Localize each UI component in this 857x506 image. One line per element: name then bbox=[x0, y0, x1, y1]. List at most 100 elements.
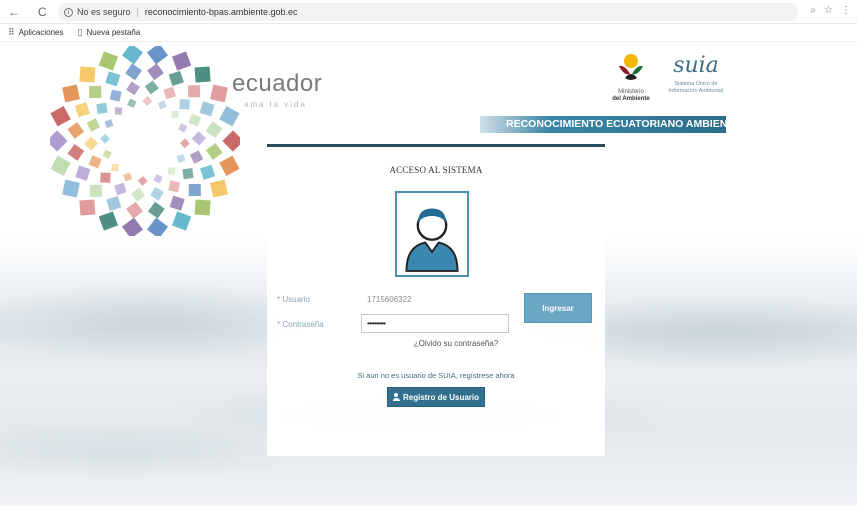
mosaic-tile bbox=[88, 155, 102, 169]
suia-wordmark: suia bbox=[673, 53, 719, 78]
mosaic-tile bbox=[168, 70, 184, 86]
mosaic-tile bbox=[167, 167, 176, 175]
username-label: * Usuario bbox=[277, 295, 310, 304]
mosaic-tile bbox=[62, 179, 80, 198]
mosaic-tile bbox=[189, 150, 204, 164]
mosaic-tile bbox=[111, 163, 119, 172]
register-button[interactable]: Registro de Usuario bbox=[387, 387, 485, 407]
mosaic-tile bbox=[219, 106, 240, 127]
mosaic-tile bbox=[122, 217, 143, 236]
security-label: No es seguro bbox=[77, 7, 131, 17]
mosaic-tile bbox=[50, 155, 71, 176]
browser-actions: ⌕ ☆ ⋮ bbox=[810, 5, 851, 16]
star-icon[interactable]: ☆ bbox=[824, 5, 833, 16]
mosaic-tile bbox=[199, 101, 215, 117]
mosaic-tile bbox=[79, 199, 96, 216]
mosaic-tile bbox=[171, 211, 192, 231]
ministry-line1: Ministerio bbox=[618, 89, 644, 95]
mosaic-tile bbox=[126, 201, 143, 219]
mosaic-tile bbox=[67, 122, 85, 139]
ministry-logo: Ministerio del Ambiente bbox=[604, 52, 658, 112]
mosaic-tile bbox=[147, 46, 168, 65]
system-banner: RECONOCIMIENTO ECUATORIANO AMBIENTAL bbox=[480, 116, 747, 133]
mosaic-tile bbox=[179, 99, 190, 110]
browser-toolbar: ← C i No es seguro | reconocimiento-bpas… bbox=[0, 0, 857, 24]
mosaic-tile bbox=[188, 85, 201, 98]
mosaic-tile bbox=[176, 153, 186, 163]
suia-line1: Sistema Único de bbox=[674, 81, 718, 87]
register-prompt: Si aun no es usuario de SUIA, regístrese… bbox=[357, 371, 515, 380]
reload-icon[interactable]: C bbox=[38, 5, 47, 19]
address-bar[interactable]: i No es seguro | reconocimiento-bpas.amb… bbox=[58, 3, 798, 21]
mosaic-tile bbox=[137, 175, 148, 186]
mosaic-tile bbox=[188, 184, 201, 197]
page-icon: ▯ bbox=[77, 27, 83, 37]
register-button-label: Registro de Usuario bbox=[402, 393, 479, 402]
mosaic-tile bbox=[144, 80, 159, 95]
suia-logo: suia Sistema Único de Información Ambien… bbox=[660, 54, 732, 112]
mosaic-tile bbox=[147, 63, 164, 81]
bookmarks-bar: ⠿ Aplicaciones ▯ Nueva pestaña bbox=[0, 24, 857, 42]
mosaic-tile bbox=[62, 84, 80, 103]
user-avatar-icon bbox=[395, 191, 469, 277]
mosaic-tile bbox=[100, 133, 111, 144]
suia-line2: Información Ambiental bbox=[668, 87, 724, 94]
password-label: * Contraseña bbox=[277, 320, 324, 329]
mosaic-tile bbox=[86, 118, 101, 132]
password-field[interactable]: •••••••••• bbox=[361, 314, 509, 333]
mosaic-tile bbox=[89, 184, 102, 197]
brand-tagline: ama la vida bbox=[244, 100, 307, 109]
apps-grid-icon: ⠿ bbox=[8, 27, 15, 37]
mosaic-tile bbox=[127, 98, 137, 108]
forgot-password-link[interactable]: ¿Olvido su contraseña? bbox=[267, 339, 605, 348]
mosaic-tile bbox=[50, 106, 71, 127]
bookmark-apps[interactable]: ⠿ Aplicaciones bbox=[8, 27, 64, 38]
mosaic-tile bbox=[179, 138, 190, 149]
mosaic-tile bbox=[171, 51, 192, 71]
mosaic-tile bbox=[150, 186, 164, 201]
bookmark-new-tab[interactable]: ▯ Nueva pestaña bbox=[78, 27, 141, 38]
login-button[interactable]: Ingresar bbox=[524, 293, 592, 323]
mosaic-tile bbox=[147, 217, 168, 236]
bookmark-label: Aplicaciones bbox=[18, 28, 64, 37]
mosaic-tile bbox=[188, 113, 202, 127]
mosaic-tile bbox=[98, 51, 119, 71]
mosaic-tile bbox=[75, 165, 91, 181]
ministry-emblem-icon bbox=[619, 54, 643, 80]
mosaic-tile bbox=[194, 199, 211, 216]
mosaic-tile bbox=[194, 66, 211, 83]
zoom-icon[interactable]: ⌕ bbox=[810, 5, 816, 16]
ecuador-mosaic-logo bbox=[50, 46, 240, 236]
mosaic-tile bbox=[109, 89, 122, 102]
ministry-line2: del Ambiente bbox=[612, 96, 650, 102]
mosaic-tile bbox=[131, 187, 146, 202]
back-arrow-icon[interactable]: ← bbox=[8, 5, 20, 19]
mosaic-tile bbox=[50, 130, 68, 152]
mosaic-tile bbox=[122, 46, 143, 65]
login-panel: ACCESO AL SISTEMA * Usuario 1715606322 *… bbox=[267, 144, 605, 456]
mosaic-tile bbox=[114, 107, 123, 115]
mosaic-tile bbox=[100, 172, 111, 183]
mosaic-tile bbox=[106, 196, 122, 212]
mosaic-tile bbox=[200, 164, 216, 180]
brand-wordmark: ecuador bbox=[232, 70, 323, 97]
mosaic-tile bbox=[169, 195, 185, 211]
mosaic-tile bbox=[148, 201, 165, 219]
url-text[interactable]: reconocimiento-bpas.ambiente.gob.ec bbox=[145, 7, 298, 17]
mosaic-tile bbox=[205, 121, 223, 138]
mosaic-tile bbox=[157, 100, 167, 110]
mosaic-tile bbox=[84, 136, 99, 151]
mosaic-tile bbox=[74, 102, 90, 118]
mosaic-tile bbox=[210, 84, 228, 103]
mosaic-tile bbox=[171, 110, 179, 119]
separator: | bbox=[136, 7, 139, 17]
page-content: ecuador ama la vida Ministerio del Ambie… bbox=[0, 42, 857, 506]
info-icon[interactable]: i bbox=[64, 7, 73, 17]
username-field[interactable]: 1715606322 bbox=[367, 295, 412, 304]
menu-icon[interactable]: ⋮ bbox=[841, 5, 851, 16]
mosaic-tile bbox=[67, 144, 85, 161]
mosaic-tile bbox=[210, 179, 228, 198]
mosaic-tile bbox=[205, 143, 223, 160]
mosaic-tile bbox=[191, 131, 206, 146]
mosaic-tile bbox=[222, 130, 240, 152]
